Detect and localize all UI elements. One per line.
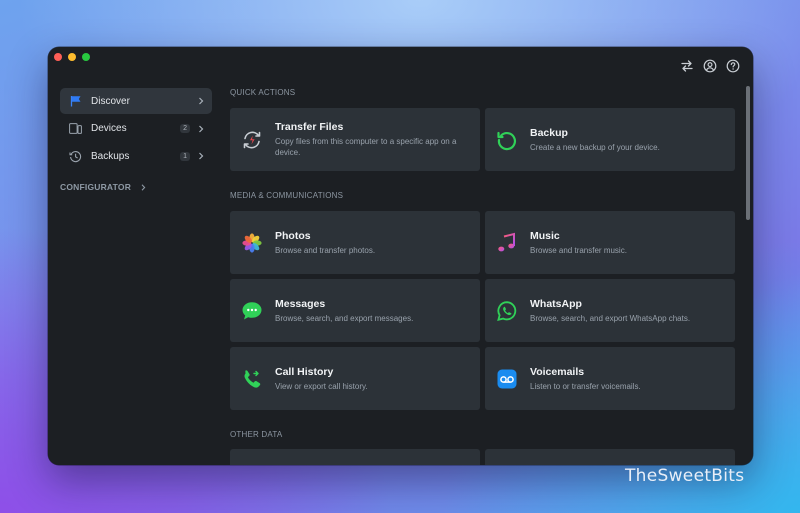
voicemail-icon	[496, 368, 518, 390]
zoom-window-button[interactable]	[82, 53, 90, 61]
chevron-right-icon	[199, 97, 204, 105]
transfer-files-icon	[241, 129, 263, 151]
phone-icon	[241, 368, 263, 390]
card-call-history[interactable]: Call History View or export call history…	[230, 347, 480, 410]
close-window-button[interactable]	[54, 53, 62, 61]
card-text: Call History View or export call history…	[275, 366, 480, 392]
card-text: Messages Browse, search, and export mess…	[275, 298, 480, 324]
sidebar: Discover Devices 2 Backups 1 CONFIGURATO…	[60, 88, 212, 192]
chevron-right-icon	[141, 183, 146, 191]
card-description: Browse and transfer photos.	[275, 245, 376, 255]
app-window: Discover Devices 2 Backups 1 CONFIGURATO…	[48, 47, 753, 465]
card-text: Music Browse and transfer music.	[530, 230, 735, 256]
card-description: Browse, search, and export messages.	[275, 313, 414, 323]
card-whatsapp[interactable]: WhatsApp Browse, search, and export What…	[485, 279, 735, 342]
card-photos[interactable]: Photos Browse and transfer photos.	[230, 211, 480, 274]
card-title: Messages	[275, 297, 326, 310]
card-title: Photos	[275, 229, 311, 242]
card-backup[interactable]: Backup Create a new backup of your devic…	[485, 108, 735, 171]
card-text: WhatsApp Browse, search, and export What…	[530, 298, 735, 324]
card-text: Backup Create a new backup of your devic…	[530, 127, 735, 153]
sidebar-item-devices[interactable]: Devices 2	[60, 116, 212, 142]
devices-icon	[69, 122, 82, 135]
sidebar-item-label: Devices	[91, 123, 127, 134]
card-description: Create a new backup of your device.	[530, 142, 660, 152]
card-title: Music	[530, 229, 560, 242]
window-controls	[54, 53, 90, 61]
sidebar-section-label: CONFIGURATOR	[60, 182, 132, 192]
chevron-right-icon[interactable]	[198, 152, 204, 160]
card-messages[interactable]: Messages Browse, search, and export mess…	[230, 279, 480, 342]
card-title: Transfer Files	[275, 121, 344, 133]
chevron-right-icon[interactable]	[198, 125, 204, 133]
sidebar-item-label: Discover	[91, 95, 130, 107]
card-description: Copy files from this computer to a speci…	[275, 137, 457, 157]
sidebar-item-backups[interactable]: Backups 1	[60, 143, 212, 169]
card-description: Browse and transfer music.	[530, 245, 627, 255]
watermark: TheSweetBits	[625, 466, 745, 486]
sidebar-section-configurator[interactable]: CONFIGURATOR	[60, 182, 212, 192]
card-title: Backup	[530, 126, 568, 139]
whatsapp-icon	[496, 300, 518, 322]
section-title: QUICK ACTIONS	[230, 88, 296, 97]
card-description: Listen to or transfer voicemails.	[530, 381, 641, 391]
count-badge: 1	[180, 151, 190, 161]
card-text: Transfer Files Copy files from this comp…	[275, 121, 480, 158]
section-title: OTHER DATA	[230, 430, 283, 439]
card-title: WhatsApp	[530, 297, 582, 310]
card-text: Photos Browse and transfer photos.	[275, 230, 480, 256]
music-icon	[496, 232, 518, 254]
count-badge: 2	[180, 124, 190, 133]
messages-icon	[241, 300, 263, 322]
card-other-data[interactable]	[230, 449, 480, 465]
minimize-window-button[interactable]	[68, 53, 76, 61]
backup-clock-icon	[69, 150, 82, 163]
card-other-data[interactable]	[485, 449, 735, 465]
card-voicemails[interactable]: Voicemails Listen to or transfer voicema…	[485, 347, 735, 410]
scrollbar-thumb[interactable]	[746, 86, 750, 220]
section-title: MEDIA & COMMUNICATIONS	[230, 191, 344, 200]
card-description: View or export call history.	[275, 381, 368, 391]
card-transfer-files[interactable]: Transfer Files Copy files from this comp…	[230, 108, 480, 171]
card-title: Voicemails	[530, 365, 585, 378]
flag-icon	[69, 95, 82, 108]
main-content: QUICK ACTIONS Transfer Files Copy files …	[230, 47, 735, 465]
sidebar-item-discover[interactable]: Discover	[60, 88, 212, 114]
card-description: Browse, search, and export WhatsApp chat…	[530, 313, 691, 323]
sidebar-item-label: Backups	[91, 150, 130, 162]
photos-icon	[241, 232, 263, 254]
card-title: Call History	[275, 365, 334, 378]
backup-icon	[496, 129, 518, 151]
card-text: Voicemails Listen to or transfer voicema…	[530, 366, 735, 392]
card-music[interactable]: Music Browse and transfer music.	[485, 211, 735, 274]
